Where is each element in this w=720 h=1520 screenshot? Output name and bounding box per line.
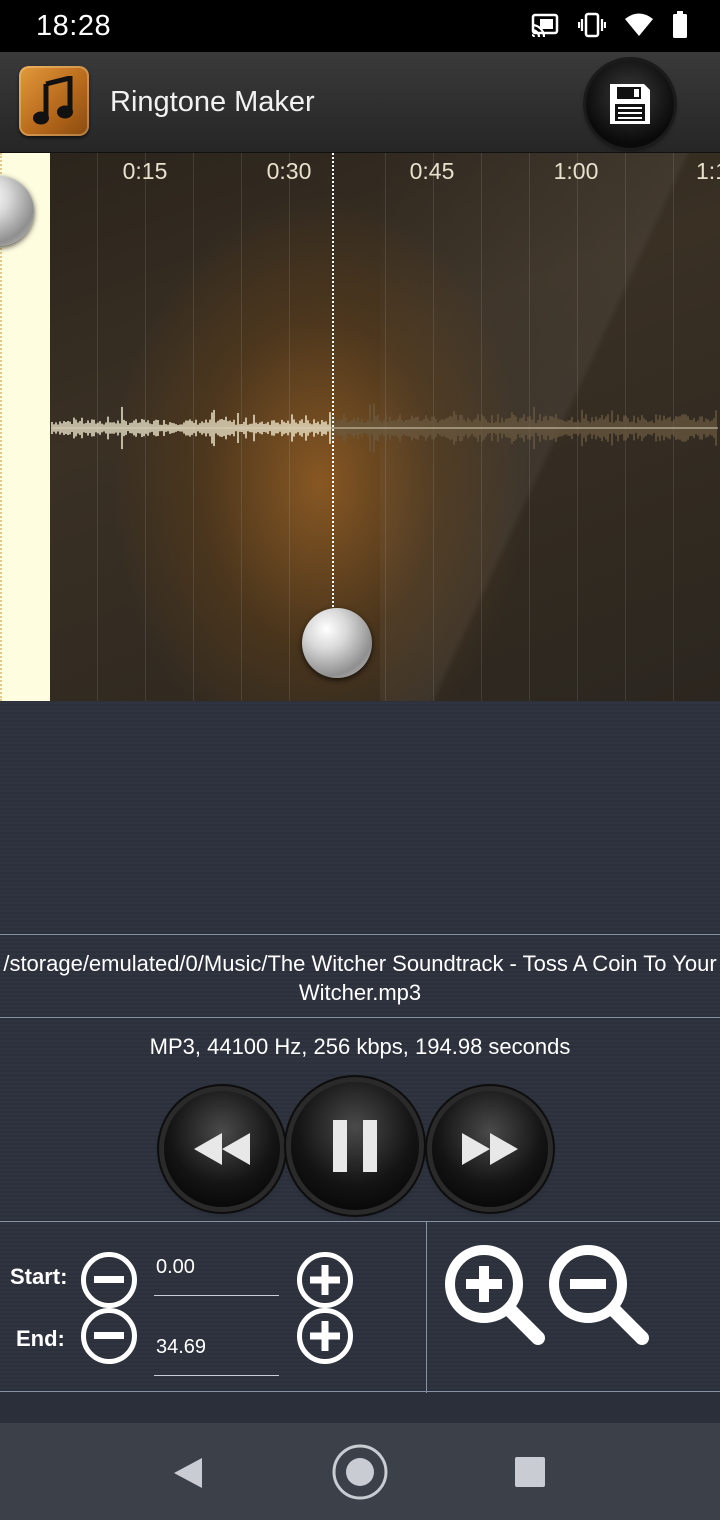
start-decrement-button[interactable] <box>81 1252 137 1308</box>
end-time-field[interactable]: 34.69 <box>154 1336 279 1376</box>
start-label: Start: <box>10 1264 68 1289</box>
vibrate-icon <box>578 12 606 38</box>
start-increment-button[interactable] <box>297 1252 353 1308</box>
end-increment-button[interactable] <box>297 1308 353 1364</box>
back-button[interactable] <box>172 1456 204 1495</box>
wifi-icon <box>625 13 653 36</box>
pause-button[interactable] <box>291 1082 419 1210</box>
recents-button[interactable] <box>514 1456 546 1493</box>
end-label: End: <box>16 1326 65 1351</box>
status-bar: 18:28 <box>0 0 720 52</box>
pause-icon <box>333 1120 377 1172</box>
navigation-bar <box>0 1423 720 1520</box>
save-icon <box>610 84 650 124</box>
tick-label: 0:30 <box>266 158 312 184</box>
minus-icon <box>94 1276 124 1283</box>
tick-label: 1:00 <box>553 158 599 184</box>
file-path: /storage/emulated/0/Music/The Witcher So… <box>0 934 720 1018</box>
start-time-field[interactable]: 0.00 <box>154 1256 279 1296</box>
home-icon <box>332 1444 388 1500</box>
home-button[interactable] <box>331 1443 389 1506</box>
battery-icon <box>673 11 687 38</box>
zoom-in-icon <box>445 1245 545 1345</box>
recents-icon <box>515 1457 545 1487</box>
minus-icon <box>94 1332 124 1339</box>
save-button[interactable] <box>586 60 674 148</box>
end-decrement-button[interactable] <box>81 1308 137 1364</box>
tick-label: 0:45 <box>409 158 455 184</box>
playhead-line <box>332 153 334 643</box>
playhead-knob[interactable] <box>302 608 372 678</box>
waveform-trace <box>51 403 718 453</box>
plus-icon <box>310 1321 340 1351</box>
transport-controls <box>0 1076 720 1221</box>
file-info: MP3, 44100 Hz, 256 kbps, 194.98 seconds <box>0 1018 720 1076</box>
zoom-out-icon <box>549 1245 649 1345</box>
app-title: Ringtone Maker <box>110 86 315 118</box>
rewind-button[interactable] <box>164 1091 280 1207</box>
zoom-out-button[interactable] <box>546 1242 652 1353</box>
cast-icon <box>531 13 559 38</box>
waveform-editor[interactable]: 0:15 0:30 0:45 1:00 1:1 <box>0 153 720 701</box>
music-note-icon <box>19 66 89 136</box>
status-icons <box>530 11 688 39</box>
tick-label: 0:15 <box>122 158 168 184</box>
fast-forward-icon <box>462 1133 518 1165</box>
fast-forward-button[interactable] <box>432 1091 548 1207</box>
zoom-in-button[interactable] <box>442 1242 548 1353</box>
app-bar: Ringtone Maker <box>0 52 720 153</box>
background-panel <box>0 701 720 934</box>
plus-icon <box>310 1265 340 1295</box>
rewind-icon <box>194 1133 250 1165</box>
tick-label: 1:1 <box>696 158 720 184</box>
controls-divider <box>426 1222 427 1393</box>
selection-controls: Start: End: 0.00 34.69 <box>0 1221 720 1393</box>
status-time: 18:28 <box>36 10 112 42</box>
back-icon <box>174 1458 202 1488</box>
